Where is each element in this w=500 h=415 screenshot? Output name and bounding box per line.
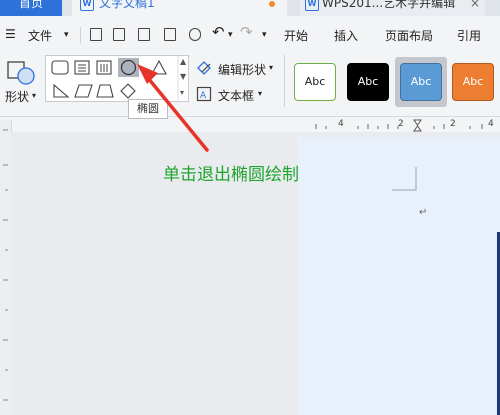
red-arrow-icon xyxy=(137,64,209,152)
instruction-annotation: 单击退出椭圆绘制 xyxy=(163,165,299,185)
annotation-arrow-overlay xyxy=(137,64,209,152)
